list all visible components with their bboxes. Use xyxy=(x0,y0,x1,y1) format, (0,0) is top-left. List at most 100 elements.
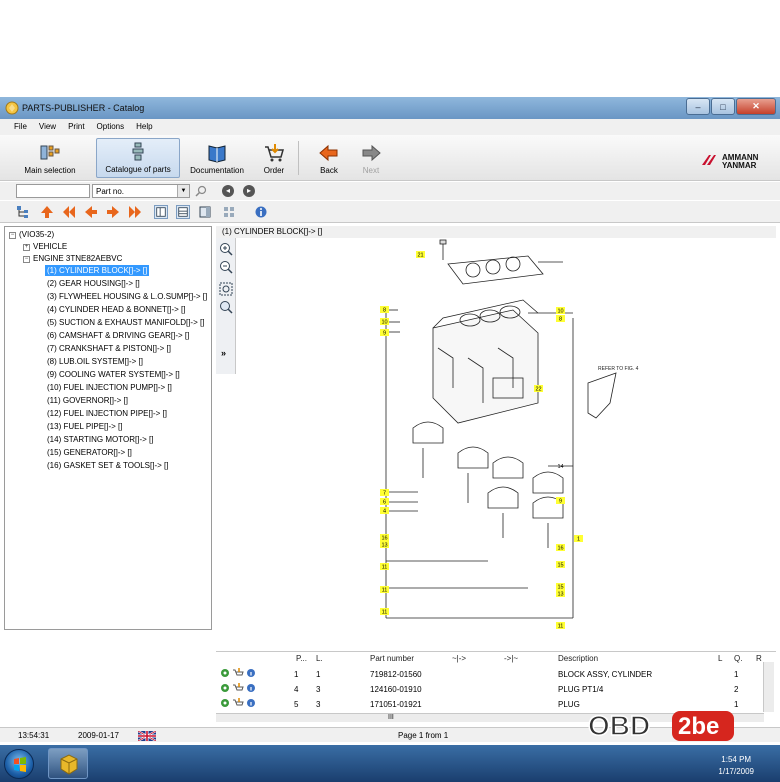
callout-right-9: 13 xyxy=(557,592,563,598)
menu-print[interactable]: Print xyxy=(62,119,90,135)
grid-view-icon[interactable] xyxy=(222,205,236,219)
menu-view[interactable]: View xyxy=(33,119,62,135)
info-icon[interactable] xyxy=(246,683,256,693)
row2-qty: 2 xyxy=(734,685,739,694)
callout-right-6: 16 xyxy=(557,546,563,552)
tree-item-crankshaft[interactable]: (7) CRANKSHAFT & PISTON[]-> [] xyxy=(47,343,171,354)
col-header-l[interactable]: L xyxy=(718,654,722,663)
row2-pos: 4 xyxy=(294,685,299,694)
search-icon[interactable] xyxy=(195,185,207,197)
minimize-button[interactable]: – xyxy=(686,98,710,115)
tree-item-fuel-pipe[interactable]: (13) FUEL PIPE[]-> [] xyxy=(47,421,123,432)
collapse-icon[interactable]: − xyxy=(9,232,16,239)
forward-arrow-icon xyxy=(362,144,381,162)
up-arrow-icon[interactable] xyxy=(40,205,54,219)
toolbar-separator xyxy=(298,141,299,175)
next-icon[interactable] xyxy=(106,205,120,219)
callout-right-5: 1 xyxy=(577,537,580,543)
table-vertical-scrollbar[interactable] xyxy=(763,662,774,712)
page-view-icon[interactable] xyxy=(198,205,212,219)
col-header-pos[interactable]: P... xyxy=(296,654,307,663)
diagram-frame: REFER TO FIG. 4 xyxy=(385,239,639,619)
gear-icon[interactable] xyxy=(220,668,230,678)
info-icon[interactable] xyxy=(246,698,256,708)
tree-item-gear-housing[interactable]: (2) GEAR HOUSING[]-> [] xyxy=(47,278,140,289)
zoom-toolbar: » xyxy=(216,238,236,374)
zoom-area-icon[interactable] xyxy=(219,300,233,314)
tree-item-governor[interactable]: (11) GOVERNOR[]-> [] xyxy=(47,395,128,406)
catalogue-button[interactable]: Catalogue of parts xyxy=(96,138,180,178)
row2-part-number[interactable]: 124160-01910 xyxy=(370,685,422,694)
first-icon[interactable] xyxy=(62,205,76,219)
tree-engine[interactable]: − ENGINE 3TNE82AEBVC xyxy=(23,253,122,264)
search-field-select[interactable]: Part no. ▼ xyxy=(92,184,190,198)
row3-part-number[interactable]: 171051-01921 xyxy=(370,700,422,709)
previous-result-button[interactable]: ◂ xyxy=(222,185,234,197)
watermark-part1: OBD xyxy=(588,710,650,741)
tree-icon[interactable] xyxy=(16,205,30,219)
cart-icon[interactable] xyxy=(232,698,244,708)
next-result-button[interactable]: ▸ xyxy=(243,185,255,197)
callout-left-2: 9 xyxy=(383,331,386,337)
tree-item-gasket-set[interactable]: (16) GASKET SET & TOOLS[]-> [] xyxy=(47,460,168,471)
tree-item-generator[interactable]: (15) GENERATOR[]-> [] xyxy=(47,447,132,458)
row1-part-number[interactable]: 719812-01560 xyxy=(370,670,422,679)
gear-icon[interactable] xyxy=(220,683,230,693)
tree-item-lub-oil[interactable]: (8) LUB.OIL SYSTEM[]-> [] xyxy=(47,356,143,367)
tree-item-cooling-water[interactable]: (9) COOLING WATER SYSTEM[]-> [] xyxy=(47,369,180,380)
back-arrow-icon xyxy=(319,144,338,162)
col-header-from[interactable]: ~|-> xyxy=(452,654,466,663)
expand-icon[interactable]: + xyxy=(23,244,30,251)
last-icon[interactable] xyxy=(128,205,142,219)
next-button[interactable]: Next xyxy=(352,138,390,178)
tree-item-fuel-injection-pipe[interactable]: (12) FUEL INJECTION PIPE[]-> [] xyxy=(47,408,167,419)
info-icon[interactable] xyxy=(254,205,268,219)
split-view-icon[interactable] xyxy=(154,205,168,219)
callout-left-6: 16 xyxy=(381,536,387,542)
main-selection-button[interactable]: Main selection xyxy=(14,138,86,178)
col-header-level[interactable]: L. xyxy=(316,654,323,663)
gear-icon[interactable] xyxy=(220,698,230,708)
col-header-to[interactable]: ->|~ xyxy=(504,654,518,663)
zoom-fit-icon[interactable] xyxy=(219,282,233,296)
col-header-description[interactable]: Description xyxy=(558,654,598,663)
zoom-out-icon[interactable] xyxy=(219,260,233,274)
menu-help[interactable]: Help xyxy=(130,119,158,135)
maximize-button[interactable]: □ xyxy=(711,98,735,115)
order-button[interactable]: Order xyxy=(254,138,294,178)
documentation-button[interactable]: Documentation xyxy=(184,138,250,178)
taskbar-app-parts-publisher[interactable] xyxy=(48,748,88,779)
info-icon[interactable] xyxy=(246,668,256,678)
title-bar: PARTS-PUBLISHER - Catalog – □ ✕ xyxy=(0,97,780,119)
tree-root[interactable]: − (VIO35-2) xyxy=(9,229,54,240)
col-header-part-number[interactable]: Part number xyxy=(370,654,414,663)
tree-item-camshaft[interactable]: (6) CAMSHAFT & DRIVING GEAR[]-> [] xyxy=(47,330,189,341)
tree-item-cylinder-block[interactable]: (1) CYLINDER BLOCK[]-> [] xyxy=(45,265,150,276)
start-button[interactable] xyxy=(4,749,34,779)
clock-time: 1:54 PM xyxy=(721,755,752,764)
previous-icon[interactable] xyxy=(84,205,98,219)
col-header-qty[interactable]: Q. xyxy=(734,654,742,663)
back-button[interactable]: Back xyxy=(310,138,348,178)
search-input[interactable] xyxy=(16,184,90,198)
cart-icon[interactable] xyxy=(232,683,244,693)
expand-pane-button[interactable]: » xyxy=(221,348,226,358)
zoom-in-icon[interactable] xyxy=(219,242,233,256)
cart-icon[interactable] xyxy=(232,668,244,678)
list-view-icon[interactable] xyxy=(176,205,190,219)
tree-item-flywheel-housing[interactable]: (3) FLYWHEEL HOUSING & L.O.SUMP[]-> [] xyxy=(47,291,207,302)
exploded-parts-diagram[interactable]: REFER TO FIG. 4 21 8 10 9 7 6 4 16 13 11… xyxy=(238,238,776,648)
tree-item-starting-motor[interactable]: (14) STARTING MOTOR[]-> [] xyxy=(47,434,153,445)
tree-vehicle[interactable]: + VEHICLE xyxy=(23,241,67,252)
tree-item-manifold[interactable]: (5) SUCTION & EXHAUST MANIFOLD[]-> [] xyxy=(47,317,204,328)
app-icon xyxy=(5,101,19,115)
row2-level: 3 xyxy=(316,685,321,694)
menu-file[interactable]: File xyxy=(8,119,33,135)
col-header-r[interactable]: R xyxy=(756,654,762,663)
collapse-icon[interactable]: − xyxy=(23,256,30,263)
menu-options[interactable]: Options xyxy=(91,119,131,135)
system-clock[interactable]: 1:54 PM 1/17/2009 xyxy=(718,754,754,778)
tree-item-fuel-injection-pump[interactable]: (10) FUEL INJECTION PUMP[]-> [] xyxy=(47,382,172,393)
tree-item-cylinder-head[interactable]: (4) CYLINDER HEAD & BONNET[]-> [] xyxy=(47,304,185,315)
close-button[interactable]: ✕ xyxy=(736,98,776,115)
